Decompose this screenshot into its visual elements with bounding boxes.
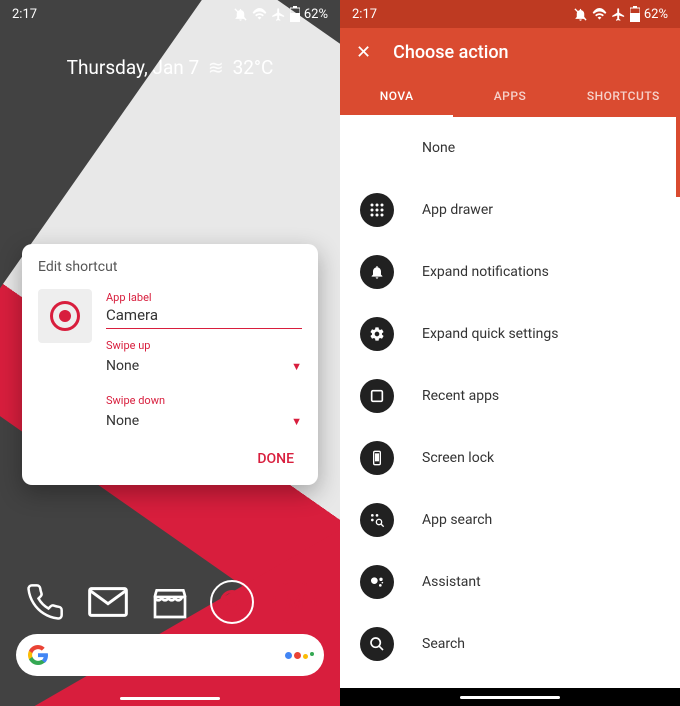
dnd-icon: [573, 7, 588, 22]
app-icon-picker[interactable]: [38, 289, 92, 343]
weather-icon: ≋: [208, 56, 224, 79]
action-app-search[interactable]: App search: [340, 489, 680, 551]
swipe-down-caption: Swipe down: [106, 394, 302, 407]
swipe-up-value: None: [106, 358, 139, 374]
swipe-down-dropdown[interactable]: None ▼: [106, 407, 302, 439]
swipe-down-value: None: [106, 413, 139, 429]
scroll-indicator: [676, 117, 680, 197]
phone-app-icon[interactable]: [21, 578, 69, 626]
airplane-icon: [271, 7, 286, 22]
action-search[interactable]: Search: [340, 613, 680, 675]
mail-app-icon[interactable]: [84, 578, 132, 626]
swipe-up-dropdown[interactable]: None ▼: [106, 352, 302, 384]
tab-bar: NOVA APPS SHORTCUTS: [340, 77, 680, 117]
search-grid-icon: [360, 503, 394, 537]
status-bar: 2:17 62%: [0, 0, 340, 28]
google-logo-icon: [26, 643, 50, 667]
app-label-input[interactable]: [106, 304, 302, 329]
google-search-bar[interactable]: [16, 634, 324, 676]
action-none[interactable]: None: [340, 117, 680, 179]
store-app-icon[interactable]: [146, 578, 194, 626]
none-icon: [360, 131, 394, 165]
status-time: 2:17: [12, 7, 37, 22]
search-icon: [360, 627, 394, 661]
nav-handle[interactable]: [120, 697, 220, 700]
chooser-title: Choose action: [393, 42, 508, 63]
battery-icon: [630, 6, 640, 22]
assistant-icon[interactable]: [285, 652, 314, 659]
dialog-title: Edit shortcut: [38, 259, 302, 275]
tab-apps[interactable]: APPS: [453, 77, 566, 117]
tab-shortcuts[interactable]: SHORTCUTS: [567, 77, 680, 117]
bell-icon: [360, 255, 394, 289]
wifi-icon: [592, 7, 607, 22]
choose-action-screen: 2:17 62% ✕ Choose action NOVA APPS SHORT…: [340, 0, 680, 706]
battery-percent: 62%: [644, 7, 668, 22]
action-list[interactable]: None App drawer Expand notifications Exp…: [340, 117, 680, 689]
status-bar: 2:17 62%: [340, 0, 680, 28]
action-app-drawer[interactable]: App drawer: [340, 179, 680, 241]
chevron-down-icon: ▼: [291, 415, 302, 428]
grid-icon: [360, 193, 394, 227]
action-expand-notifications[interactable]: Expand notifications: [340, 241, 680, 303]
app-label-caption: App label: [106, 291, 302, 304]
nav-bar[interactable]: [340, 688, 680, 706]
status-time: 2:17: [352, 7, 377, 22]
dock: M: [0, 578, 340, 626]
close-button[interactable]: ✕: [356, 42, 371, 63]
assistant-icon: [360, 565, 394, 599]
battery-percent: 62%: [304, 7, 328, 22]
temperature: 32°C: [233, 56, 274, 79]
phone-lock-icon: [360, 441, 394, 475]
chevron-down-icon: ▼: [291, 360, 302, 373]
misc-app-icon[interactable]: M: [271, 578, 319, 626]
wifi-icon: [252, 7, 267, 22]
status-icons: 62%: [573, 6, 668, 22]
stack-icon: [360, 379, 394, 413]
swipe-up-caption: Swipe up: [106, 339, 302, 352]
airplane-icon: [611, 7, 626, 22]
battery-icon: [290, 6, 300, 22]
camera-app-icon[interactable]: [208, 578, 256, 626]
home-screen: 2:17 62% Thursday, Jan 7 ≋ 32°C Edit sho…: [0, 0, 340, 706]
status-icons: 62%: [233, 6, 328, 22]
dnd-icon: [233, 7, 248, 22]
edit-shortcut-dialog: Edit shortcut App label Swipe up None ▼ …: [22, 244, 318, 485]
chooser-header: ✕ Choose action NOVA APPS SHORTCUTS: [340, 28, 680, 117]
date-text: Thursday, Jan 7: [67, 56, 200, 79]
tab-nova[interactable]: NOVA: [340, 77, 453, 117]
date-weather-widget[interactable]: Thursday, Jan 7 ≋ 32°C: [0, 56, 340, 79]
action-toggle-notification-bar[interactable]: Toggle notification bar: [340, 675, 680, 689]
action-expand-quick-settings[interactable]: Expand quick settings: [340, 303, 680, 365]
camera-icon: [50, 301, 80, 331]
done-button[interactable]: DONE: [249, 445, 302, 473]
action-screen-lock[interactable]: Screen lock: [340, 427, 680, 489]
action-recent-apps[interactable]: Recent apps: [340, 365, 680, 427]
gear-icon: [360, 317, 394, 351]
action-assistant[interactable]: Assistant: [340, 551, 680, 613]
